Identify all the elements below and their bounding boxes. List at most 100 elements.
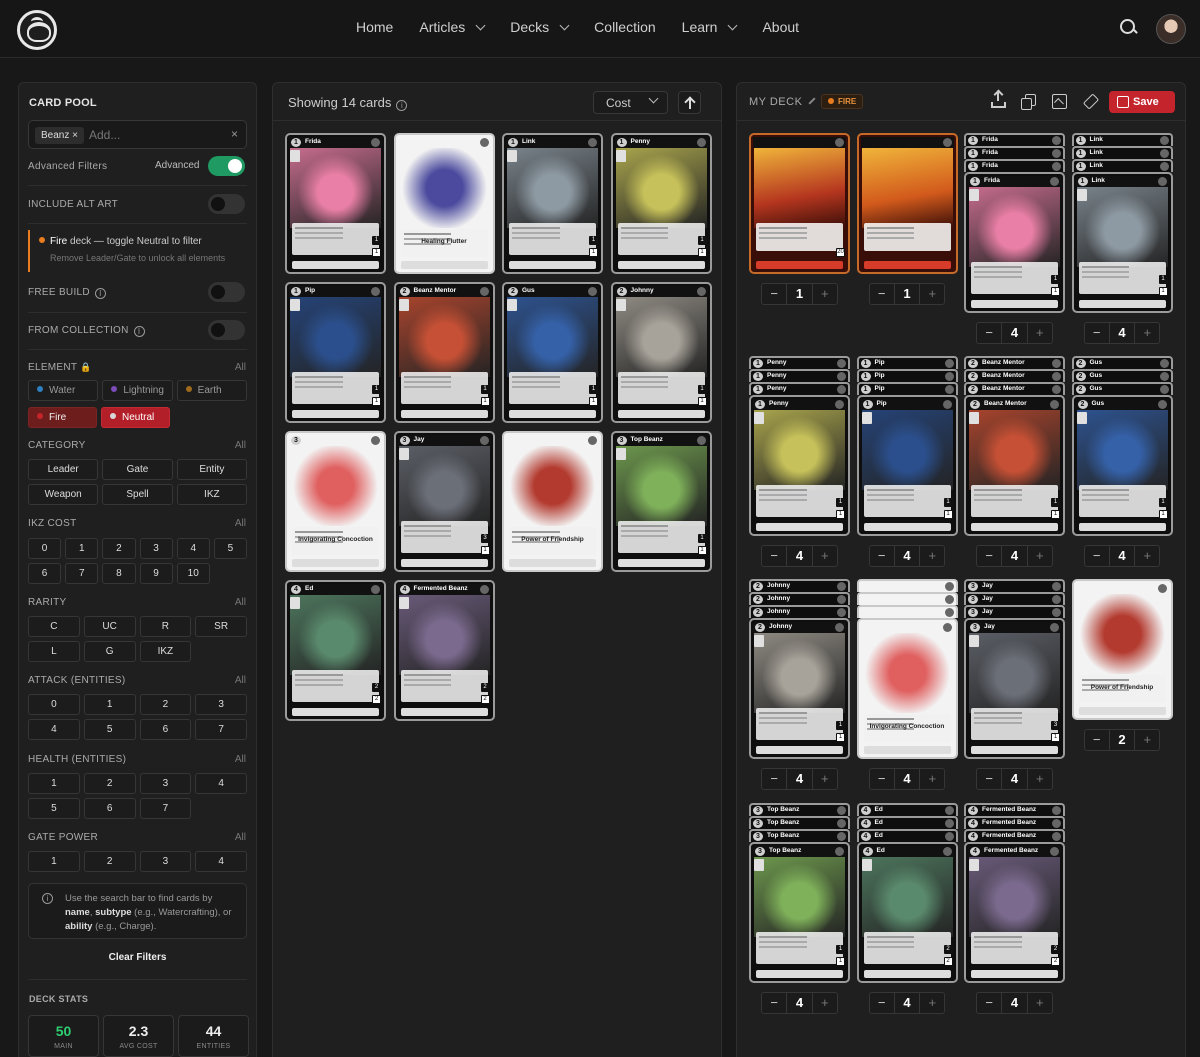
- result-card[interactable]: 3 Jay 3 1: [393, 431, 495, 572]
- save-button[interactable]: Save: [1109, 91, 1175, 113]
- category-gate-button[interactable]: Gate: [102, 459, 173, 480]
- quantity-stepper[interactable]: −1 +: [761, 283, 838, 305]
- attack-7-button[interactable]: 7: [195, 719, 247, 740]
- deck-card[interactable]: Invigorating Concoction: [856, 618, 958, 759]
- decrease-button[interactable]: −: [868, 992, 895, 1014]
- result-card[interactable]: 4 Fermented Beanz 2 2: [393, 580, 495, 721]
- decrease-button[interactable]: −: [976, 545, 1003, 567]
- deck-card[interactable]: 1 Penny 1 1: [749, 395, 850, 536]
- increase-button[interactable]: +: [811, 992, 838, 1014]
- quantity-stepper[interactable]: −4 +: [976, 768, 1053, 790]
- quantity-stepper[interactable]: −4 +: [868, 768, 946, 790]
- info-icon[interactable]: i: [133, 326, 145, 337]
- ikz-cost-9-button[interactable]: 9: [139, 563, 173, 584]
- result-card[interactable]: 2 Johnny 1 1: [610, 282, 712, 423]
- gate-power-all-link[interactable]: All: [235, 832, 246, 843]
- ikz-cost-7-button[interactable]: 7: [65, 563, 99, 584]
- increase-button[interactable]: +: [811, 768, 838, 790]
- deck-card[interactable]: 1 Link 1 1: [1071, 172, 1173, 313]
- deck-card[interactable]: 2 Gus 1 1: [1071, 395, 1173, 536]
- export-icon[interactable]: [991, 91, 1006, 108]
- nav-item-home[interactable]: Home: [356, 19, 393, 35]
- deck-card[interactable]: 3 Jay 3 1: [964, 618, 1065, 759]
- search-chip-beanz[interactable]: Beanz ×: [35, 127, 84, 144]
- clear-deck-icon[interactable]: [1082, 94, 1097, 109]
- health-4-button[interactable]: 4: [195, 773, 247, 794]
- ikz-cost-5-button[interactable]: 5: [213, 538, 247, 559]
- deck-card[interactable]: 2 Beanz Mentor 1 1: [964, 395, 1065, 536]
- gate-power-1-button[interactable]: 1: [28, 851, 80, 872]
- rarity-r-button[interactable]: R: [139, 616, 192, 637]
- increase-button[interactable]: +: [919, 283, 946, 305]
- quantity-stepper[interactable]: −4 +: [868, 545, 946, 567]
- nav-item-decks[interactable]: Decks: [510, 19, 570, 35]
- element-earth-button[interactable]: Earth: [176, 380, 247, 401]
- result-card[interactable]: 3 Top Beanz 1 1: [610, 431, 712, 572]
- decrease-button[interactable]: −: [976, 992, 1003, 1014]
- nav-item-about[interactable]: About: [762, 19, 799, 35]
- ikz-cost-10-button[interactable]: 10: [176, 563, 210, 584]
- category-entity-button[interactable]: Entity: [176, 459, 247, 480]
- decrease-button[interactable]: −: [761, 992, 788, 1014]
- rarity-all-link[interactable]: All: [235, 597, 246, 608]
- decrease-button[interactable]: −: [1083, 729, 1110, 751]
- attack-all-link[interactable]: All: [235, 675, 246, 686]
- ikz-cost-3-button[interactable]: 3: [139, 538, 173, 559]
- advanced-toggle[interactable]: [208, 156, 245, 176]
- nav-item-learn[interactable]: Learn: [682, 19, 738, 35]
- deck-card[interactable]: 3 Top Beanz 1 1: [749, 842, 850, 983]
- quantity-stepper[interactable]: −4 +: [868, 992, 946, 1014]
- element-fire-button[interactable]: Fire: [28, 407, 97, 428]
- rarity-ikz-button[interactable]: IKZ: [139, 641, 192, 662]
- rarity-uc-button[interactable]: UC: [83, 616, 136, 637]
- decrease-button[interactable]: −: [868, 545, 895, 567]
- deck-card[interactable]: 1 Pip 1 1: [856, 395, 958, 536]
- image-export-icon[interactable]: [1052, 94, 1067, 109]
- increase-button[interactable]: +: [1134, 545, 1161, 567]
- sort-direction-button[interactable]: [678, 91, 701, 114]
- gate-power-4-button[interactable]: 4: [195, 851, 247, 872]
- quantity-stepper[interactable]: −4 +: [976, 322, 1053, 344]
- result-card[interactable]: 1 Pip 1 1: [285, 282, 386, 423]
- decrease-button[interactable]: −: [868, 768, 895, 790]
- increase-button[interactable]: +: [919, 768, 946, 790]
- copy-icon[interactable]: [1021, 94, 1036, 110]
- clear-filters-button[interactable]: Clear Filters: [19, 952, 256, 963]
- increase-button[interactable]: +: [1026, 322, 1053, 344]
- ikz-cost-1-button[interactable]: 1: [65, 538, 99, 559]
- ikz-cost-all-link[interactable]: All: [235, 518, 246, 529]
- health-7-button[interactable]: 7: [139, 798, 192, 819]
- decrease-button[interactable]: −: [976, 768, 1003, 790]
- increase-button[interactable]: +: [1134, 729, 1161, 751]
- from-collection-toggle[interactable]: [208, 320, 245, 340]
- attack-4-button[interactable]: 4: [28, 719, 80, 740]
- deck-card[interactable]: 1 Frida 1 1: [964, 172, 1065, 313]
- increase-button[interactable]: +: [811, 545, 838, 567]
- health-all-link[interactable]: All: [235, 754, 246, 765]
- attack-3-button[interactable]: 3: [195, 694, 247, 715]
- decrease-button[interactable]: −: [868, 283, 895, 305]
- decrease-button[interactable]: −: [1083, 545, 1110, 567]
- info-icon[interactable]: i: [94, 288, 106, 299]
- deck-card[interactable]: 4 Fermented Beanz 2 2: [964, 842, 1065, 983]
- nav-item-collection[interactable]: Collection: [594, 19, 655, 35]
- attack-2-button[interactable]: 2: [139, 694, 192, 715]
- quantity-stepper[interactable]: −4 +: [976, 545, 1053, 567]
- result-card[interactable]: 2 Gus 1 1: [502, 282, 603, 423]
- health-2-button[interactable]: 2: [83, 773, 136, 794]
- avatar[interactable]: [1156, 14, 1186, 44]
- quantity-stepper[interactable]: −4 +: [761, 768, 838, 790]
- ikz-cost-6-button[interactable]: 6: [28, 563, 62, 584]
- deck-card[interactable]: 2 Johnny 1 1: [749, 618, 850, 759]
- element-lightning-button[interactable]: Lightning: [102, 380, 173, 401]
- category-ikz-button[interactable]: IKZ: [176, 484, 247, 505]
- element-water-button[interactable]: Water: [28, 380, 99, 401]
- decrease-button[interactable]: −: [761, 283, 788, 305]
- rarity-c-button[interactable]: C: [28, 616, 80, 637]
- element-all-link[interactable]: All: [235, 362, 246, 373]
- category-leader-button[interactable]: Leader: [28, 459, 99, 480]
- gate-power-2-button[interactable]: 2: [83, 851, 136, 872]
- edit-pencil-icon[interactable]: [808, 97, 816, 105]
- attack-5-button[interactable]: 5: [83, 719, 136, 740]
- quantity-stepper[interactable]: −4 +: [1083, 322, 1161, 344]
